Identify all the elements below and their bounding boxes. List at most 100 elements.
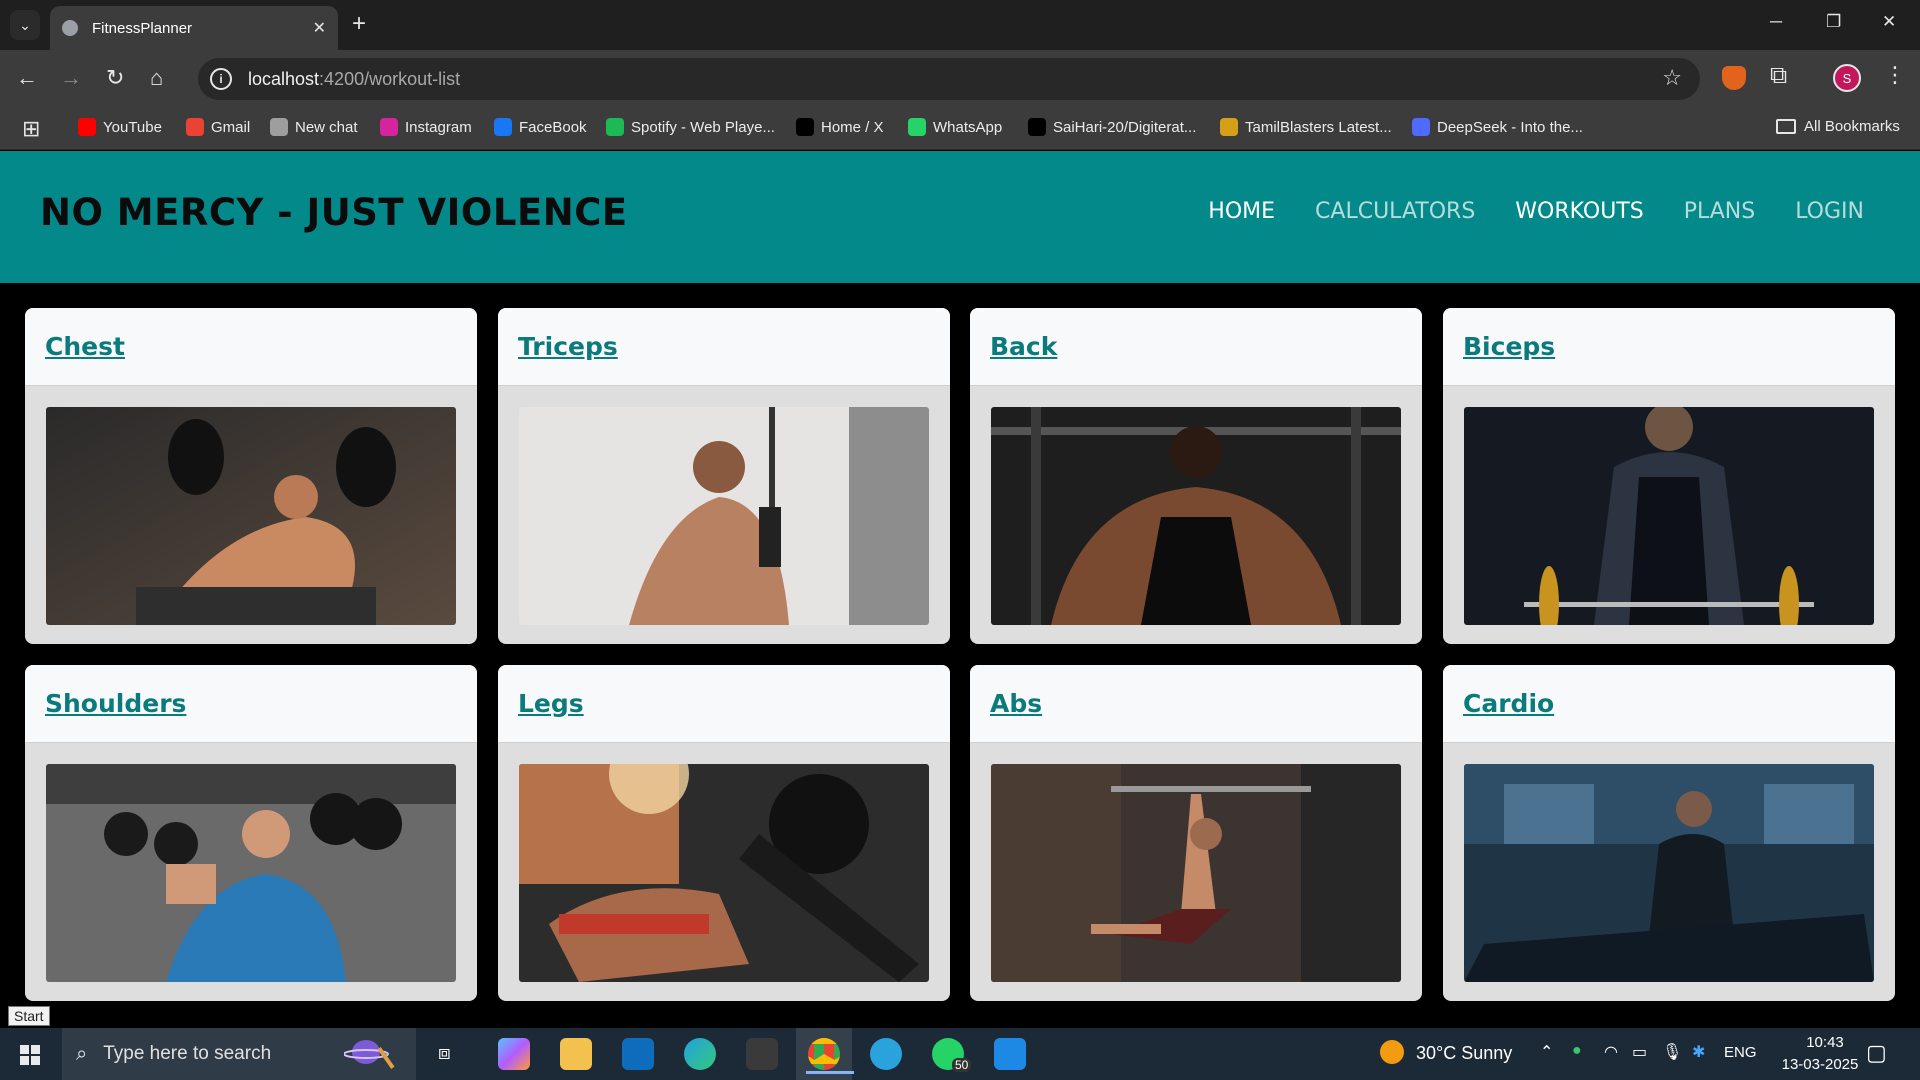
- workout-title-link[interactable]: Shoulders: [45, 689, 186, 718]
- workout-title-link[interactable]: Legs: [518, 689, 584, 718]
- network-globe-icon[interactable]: ●: [1572, 1042, 1582, 1060]
- browser-menu-icon[interactable]: ⋮: [1884, 62, 1906, 88]
- workout-title-link[interactable]: Cardio: [1463, 689, 1554, 718]
- workout-card[interactable]: Biceps: [1443, 308, 1895, 644]
- bookmark-label: DeepSeek - Into the...: [1437, 118, 1583, 136]
- bookmark-tamilblasters[interactable]: TamilBlasters Latest...: [1220, 118, 1392, 136]
- bookmark-youtube[interactable]: YouTube: [78, 118, 162, 136]
- bookmark-deepseek[interactable]: DeepSeek - Into the...: [1412, 118, 1583, 136]
- workout-card[interactable]: Chest: [25, 308, 477, 644]
- windows-start-icon[interactable]: [20, 1045, 40, 1065]
- taskbar-search[interactable]: ⌕ Type here to search: [62, 1028, 416, 1080]
- workout-card[interactable]: Triceps: [498, 308, 950, 644]
- microphone-icon[interactable]: 🎙: [1662, 1042, 1682, 1062]
- bookmark-label: YouTube: [103, 118, 162, 136]
- card-header: Triceps: [498, 308, 950, 386]
- weather-sun-icon[interactable]: [1380, 1040, 1404, 1064]
- card-header: Chest: [25, 308, 477, 386]
- address-bar[interactable]: i localhost:4200/workout-list ☆: [198, 58, 1700, 100]
- back-button[interactable]: ←: [16, 64, 38, 92]
- clock-time[interactable]: 10:43: [1790, 1034, 1860, 1051]
- bookmark-label: FaceBook: [519, 118, 587, 136]
- forward-button[interactable]: →: [60, 64, 82, 92]
- nav-home[interactable]: HOME: [1208, 199, 1275, 224]
- profile-avatar[interactable]: S: [1833, 64, 1861, 92]
- nav-workouts[interactable]: WORKOUTS: [1515, 199, 1643, 224]
- workout-title-link[interactable]: Abs: [990, 689, 1042, 718]
- card-header: Shoulders: [25, 665, 477, 743]
- browser-tab[interactable]: FitnessPlanner ✕: [50, 6, 338, 50]
- chrome-icon[interactable]: [806, 1038, 854, 1074]
- workout-card[interactable]: Cardio: [1443, 665, 1895, 1001]
- barbell-curl-photo[interactable]: [1464, 407, 1874, 625]
- workout-title-link[interactable]: Biceps: [1463, 332, 1555, 361]
- bookmark-label: New chat: [295, 118, 358, 136]
- task-view-icon[interactable]: ⧈: [438, 1042, 451, 1065]
- outlook-icon[interactable]: [622, 1038, 654, 1070]
- treadmill-photo[interactable]: [1464, 764, 1874, 982]
- bookmark-spotify[interactable]: Spotify - Web Playe...: [606, 118, 775, 136]
- tab-search-button[interactable]: ⌄: [10, 10, 40, 40]
- deepseek-icon: [1412, 118, 1430, 136]
- new-tab-button[interactable]: +: [352, 11, 366, 37]
- close-window-button[interactable]: ✕: [1882, 12, 1896, 32]
- close-tab-icon[interactable]: ✕: [313, 18, 326, 38]
- edge-icon[interactable]: [684, 1038, 716, 1070]
- workout-title-link[interactable]: Triceps: [518, 332, 618, 361]
- nav-login[interactable]: LOGIN: [1795, 199, 1864, 224]
- snipping-tool-icon[interactable]: [746, 1038, 778, 1070]
- workout-card[interactable]: Abs: [970, 665, 1422, 1001]
- workout-title-link[interactable]: Chest: [45, 332, 125, 361]
- weather-text[interactable]: 30°C Sunny: [1416, 1043, 1512, 1064]
- nav-plans[interactable]: PLANS: [1684, 199, 1756, 224]
- url-host: localhost: [248, 68, 320, 89]
- lat-pulldown-photo[interactable]: [991, 407, 1401, 625]
- restore-button[interactable]: ❐: [1826, 12, 1841, 32]
- reload-button[interactable]: ↻: [106, 64, 124, 92]
- telegram-icon[interactable]: [870, 1038, 902, 1070]
- workout-card[interactable]: Shoulders: [25, 665, 477, 1001]
- battery-icon[interactable]: ▭: [1632, 1042, 1647, 1062]
- search-highlight-icon: [344, 1040, 395, 1069]
- workout-card[interactable]: Legs: [498, 665, 950, 1001]
- minimize-button[interactable]: ─: [1770, 12, 1782, 32]
- extensions-puzzle-icon[interactable]: ⧉: [1770, 62, 1787, 90]
- web-page: NO MERCY - JUST VIOLENCE HOME CALCULATOR…: [0, 151, 1920, 1027]
- x-icon: [796, 118, 814, 136]
- bookmark-whatsapp[interactable]: WhatsApp: [908, 118, 1002, 136]
- vscode-icon[interactable]: [994, 1038, 1026, 1070]
- bluetooth-icon[interactable]: ✱: [1692, 1042, 1705, 1062]
- workout-card[interactable]: Back: [970, 308, 1422, 644]
- card-header: Abs: [970, 665, 1422, 743]
- home-button[interactable]: ⌂: [150, 64, 163, 92]
- clock-date[interactable]: 13-03-2025: [1770, 1056, 1870, 1073]
- bookmark-facebook[interactable]: FaceBook: [494, 118, 587, 136]
- bookmark-instagram[interactable]: Instagram: [380, 118, 472, 136]
- shoulder-press-photo[interactable]: [46, 764, 456, 982]
- metamask-extension-icon[interactable]: [1722, 66, 1746, 90]
- copilot-icon[interactable]: [498, 1038, 530, 1070]
- apps-grid-icon[interactable]: ⊞: [22, 116, 40, 142]
- site-brand[interactable]: NO MERCY - JUST VIOLENCE: [40, 191, 628, 234]
- site-info-icon[interactable]: i: [210, 68, 232, 90]
- show-hidden-icons-chevron[interactable]: ⌃: [1540, 1042, 1553, 1062]
- bookmark-star-icon[interactable]: ☆: [1662, 65, 1682, 91]
- wifi-icon[interactable]: ◠: [1604, 1042, 1618, 1062]
- triceps-pushdown-photo[interactable]: [519, 407, 929, 625]
- folder-icon: [1776, 119, 1796, 134]
- workout-title-link[interactable]: Back: [990, 332, 1057, 361]
- bookmark-github[interactable]: SaiHari-20/Digiterat...: [1028, 118, 1196, 136]
- chest-press-photo[interactable]: [46, 407, 456, 625]
- language-indicator[interactable]: ENG: [1724, 1044, 1757, 1061]
- hanging-leg-raise-photo[interactable]: [991, 764, 1401, 982]
- card-header: Back: [970, 308, 1422, 386]
- notifications-icon[interactable]: ▢: [1866, 1040, 1887, 1066]
- all-bookmarks-button[interactable]: All Bookmarks: [1776, 118, 1900, 135]
- nav-calculators[interactable]: CALCULATORS: [1315, 199, 1475, 224]
- bookmark-gmail[interactable]: Gmail: [186, 118, 250, 136]
- file-explorer-icon[interactable]: [560, 1038, 592, 1070]
- leg-press-photo[interactable]: [519, 764, 929, 982]
- bookmark-x[interactable]: Home / X: [796, 118, 884, 136]
- tamilblasters-icon: [1220, 118, 1238, 136]
- bookmark-chat[interactable]: New chat: [270, 118, 358, 136]
